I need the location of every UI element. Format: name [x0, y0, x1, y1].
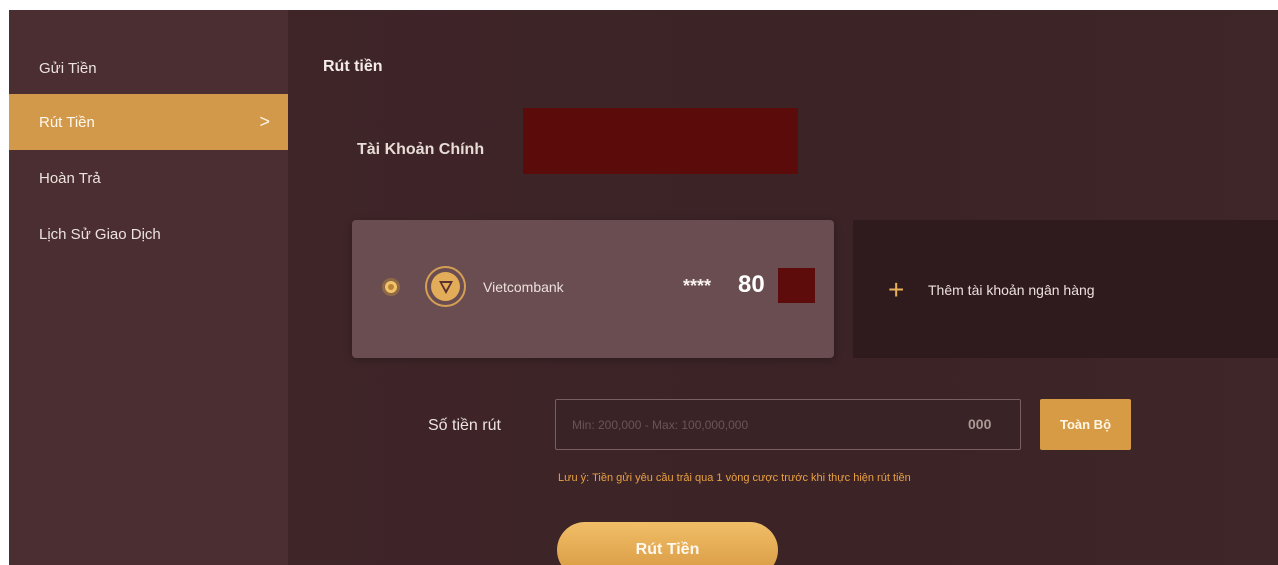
account-label: Tài Khoản Chính: [357, 141, 485, 158]
sidebar-item-label: Gửi Tiền: [39, 59, 97, 77]
add-bank-account-card[interactable]: + Thêm tài khoản ngân hàng: [853, 220, 1278, 358]
bank-account-card[interactable]: Vietcombank **** 80: [352, 220, 834, 358]
page-title: Rút tiền: [323, 58, 383, 75]
shield-icon: [438, 280, 453, 294]
withdraw-note: Lưu ý: Tiền gửi yêu cầu trải qua 1 vòng …: [558, 472, 911, 484]
chevron-right-icon: >: [259, 111, 270, 132]
sidebar-item-label: Hoàn Trả: [39, 169, 101, 187]
amount-suffix: 000: [968, 416, 992, 432]
main-panel: Rút tiền Tài Khoản Chính Vietcombank ***…: [288, 10, 1278, 565]
bank-logo-mark: [431, 272, 460, 301]
sidebar-item-deposit[interactable]: Gửi Tiền: [9, 40, 288, 96]
sidebar-item-label: Lịch Sử Giao Dịch: [39, 225, 161, 243]
redacted-account-digits: [778, 268, 815, 303]
plus-icon: +: [888, 274, 905, 305]
withdraw-submit-button[interactable]: Rút Tiền: [557, 522, 778, 565]
add-bank-account-label: Thêm tài khoản ngân hàng: [928, 282, 1095, 298]
withdraw-all-button[interactable]: Toàn Bộ: [1040, 399, 1131, 450]
account-last-digits: 80: [738, 271, 765, 298]
sidebar-item-label: Rút Tiền: [39, 113, 95, 131]
vietcombank-logo-icon: [425, 266, 466, 307]
bank-name: Vietcombank: [483, 279, 564, 295]
sidebar-item-refund[interactable]: Hoàn Trả: [9, 150, 288, 206]
withdraw-window: Gửi Tiền Rút Tiền > Hoàn Trả Lịch Sử Gia…: [9, 10, 1278, 565]
redacted-account-value: [523, 108, 798, 174]
withdraw-amount-label: Số tiền rút: [428, 417, 501, 434]
sidebar: Gửi Tiền Rút Tiền > Hoàn Trả Lịch Sử Gia…: [9, 10, 288, 565]
masked-account-prefix: ****: [683, 276, 712, 296]
sidebar-item-withdraw[interactable]: Rút Tiền >: [9, 94, 288, 150]
radio-selected-icon[interactable]: [382, 278, 400, 296]
sidebar-item-transaction-history[interactable]: Lịch Sử Giao Dịch: [9, 206, 288, 262]
withdraw-amount-input[interactable]: [555, 399, 1021, 450]
